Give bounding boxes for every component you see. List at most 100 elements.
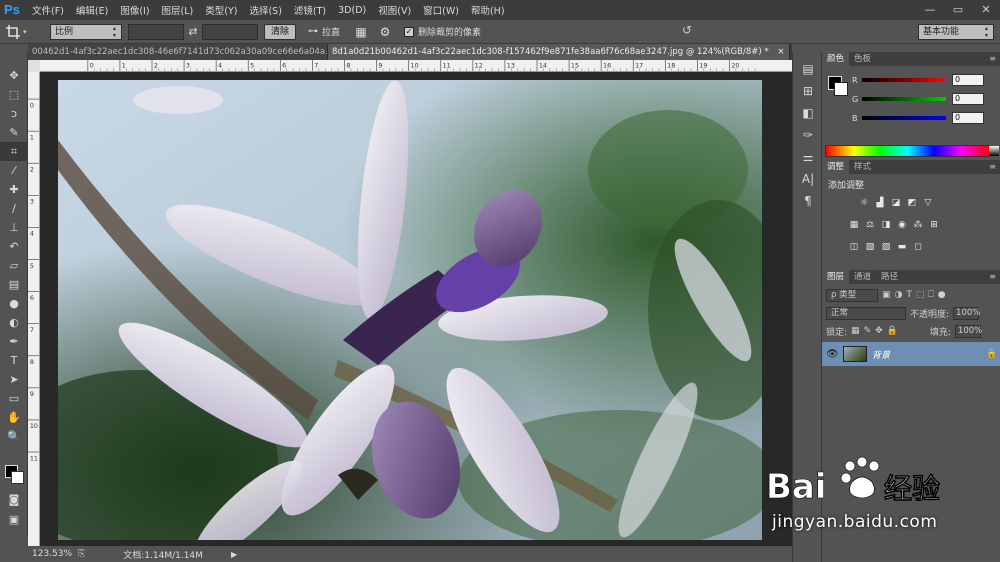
filter-pixel-icon[interactable]: ▣ xyxy=(882,290,891,300)
straighten-label[interactable]: 拉直 xyxy=(322,25,340,38)
export-icon[interactable]: ⎘ xyxy=(78,549,85,559)
tab-styles[interactable]: 样式 xyxy=(849,160,876,174)
layer-name[interactable]: 背景 xyxy=(872,348,981,361)
exposure-icon[interactable]: ◩ xyxy=(906,197,918,209)
blur-tool-icon[interactable]: ● xyxy=(0,294,28,313)
tab-layers[interactable]: 图层 xyxy=(822,270,850,284)
menu-item-help[interactable]: 帮助(H) xyxy=(465,3,511,17)
minimize-button[interactable]: — xyxy=(916,0,944,20)
close-tab-icon[interactable]: × xyxy=(777,47,784,57)
selective-color-icon[interactable]: ◻ xyxy=(912,241,924,253)
info-panel-icon[interactable]: ⊞ xyxy=(793,80,823,102)
color-spectrum[interactable] xyxy=(825,145,999,157)
red-slider[interactable] xyxy=(862,78,946,82)
close-window-button[interactable]: ✕ xyxy=(972,0,1000,20)
menu-item-select[interactable]: 选择(S) xyxy=(243,3,287,17)
pen-tool-icon[interactable]: ✒ xyxy=(0,332,28,351)
history-panel-icon[interactable]: ▤ xyxy=(793,58,823,80)
color-panel-background[interactable] xyxy=(834,82,848,96)
document-tab-2[interactable]: 8d1a0d21b00462d1-4af3c22aec1dc308-f15746… xyxy=(328,44,790,60)
crop-height-field[interactable] xyxy=(202,23,258,40)
swap-icon[interactable]: ⇄ xyxy=(184,25,202,38)
layer-row-background[interactable]: 👁 背景 🔒 xyxy=(822,342,1000,366)
reset-icon[interactable]: ↺ xyxy=(682,23,692,37)
gradient-tool-icon[interactable]: ▤ xyxy=(0,275,28,294)
panel-menu-icon[interactable]: ≡ xyxy=(989,270,996,284)
black-white-icon[interactable]: ◨ xyxy=(880,219,892,231)
menu-item-window[interactable]: 窗口(W) xyxy=(417,3,465,17)
menu-item-filter[interactable]: 滤镜(T) xyxy=(288,3,332,17)
character-panel-icon[interactable]: A| xyxy=(793,168,823,190)
levels-icon[interactable]: ▟ xyxy=(874,197,886,209)
paragraph-panel-icon[interactable]: ¶ xyxy=(793,190,823,212)
history-brush-tool-icon[interactable]: ↶ xyxy=(0,237,28,256)
crop-tool-icon[interactable]: ⌗ xyxy=(0,142,28,161)
clone-stamp-tool-icon[interactable]: ⊥ xyxy=(0,218,28,237)
type-tool-icon[interactable]: T xyxy=(0,351,28,370)
filter-shape-icon[interactable]: ⬚ xyxy=(916,290,925,300)
zoom-tool-icon[interactable]: 🔍 xyxy=(0,427,28,446)
document-tab-1[interactable]: 00462d1-4af3c22aec1dc308-46e6f7141d73c06… xyxy=(28,44,328,60)
maximize-button[interactable]: ▭ xyxy=(944,0,972,20)
menu-item-layer[interactable]: 图层(L) xyxy=(156,3,200,17)
healing-brush-tool-icon[interactable]: ✚ xyxy=(0,180,28,199)
invert-icon[interactable]: ◫ xyxy=(848,241,860,253)
tab-color[interactable]: 颜色 xyxy=(822,52,850,66)
gear-icon[interactable]: ⚙ xyxy=(376,25,394,39)
panel-menu-icon[interactable]: ≡ xyxy=(989,52,996,66)
posterize-icon[interactable]: ▧ xyxy=(864,241,876,253)
panel-menu-icon[interactable]: ≡ xyxy=(989,160,996,174)
brush-tool-icon[interactable]: ∕ xyxy=(0,199,28,218)
dodge-tool-icon[interactable]: ◐ xyxy=(0,313,28,332)
lock-all-icon[interactable]: 🔒 xyxy=(887,326,898,336)
quick-select-tool-icon[interactable]: ✎ xyxy=(0,123,28,142)
gradient-map-icon[interactable]: ▬ xyxy=(896,241,908,253)
opacity-input[interactable]: 100% xyxy=(953,306,980,320)
layer-filter-select[interactable]: ρ 类型 xyxy=(826,288,878,302)
grid-overlay-icon[interactable]: ▦ xyxy=(352,25,370,39)
menu-item-type[interactable]: 类型(Y) xyxy=(199,3,243,17)
filter-adjustment-icon[interactable]: ◑ xyxy=(895,290,903,300)
marquee-tool-icon[interactable]: ⬚ xyxy=(0,85,28,104)
brush-presets-icon[interactable]: ⚌ xyxy=(793,146,823,168)
menu-item-image[interactable]: 图像(I) xyxy=(114,3,155,17)
crop-width-field[interactable] xyxy=(128,23,184,40)
lasso-tool-icon[interactable]: ↄ xyxy=(0,104,28,123)
ruler-origin[interactable] xyxy=(28,60,40,72)
eye-icon[interactable]: 👁 xyxy=(826,349,839,360)
blend-mode-select[interactable]: 正常 xyxy=(826,306,906,320)
fill-input[interactable]: 100% xyxy=(954,324,982,338)
brightness-icon[interactable]: ☼ xyxy=(858,197,870,209)
hand-tool-icon[interactable]: ✋ xyxy=(0,408,28,427)
rectangle-tool-icon[interactable]: ▭ xyxy=(0,389,28,408)
eraser-tool-icon[interactable]: ▱ xyxy=(0,256,28,275)
lock-transparency-icon[interactable]: ▦ xyxy=(851,326,860,336)
background-color-swatch[interactable] xyxy=(11,471,24,484)
tab-paths[interactable]: 路径 xyxy=(876,270,903,284)
move-tool-icon[interactable]: ✥ xyxy=(0,66,28,85)
screen-mode-icon[interactable]: ▣ xyxy=(0,510,28,529)
hue-saturation-icon[interactable]: ▦ xyxy=(848,219,860,231)
blue-value-input[interactable]: 0 xyxy=(952,112,984,124)
channel-mixer-icon[interactable]: ⁂ xyxy=(912,219,924,231)
brush-panel-icon[interactable]: ✑ xyxy=(793,124,823,146)
red-value-input[interactable]: 0 xyxy=(952,74,984,86)
photo-filter-icon[interactable]: ◉ xyxy=(896,219,908,231)
threshold-icon[interactable]: ▨ xyxy=(880,241,892,253)
quick-mask-icon[interactable]: ◙ xyxy=(0,490,28,509)
color-balance-icon[interactable]: ⚖ xyxy=(864,219,876,231)
filter-smart-icon[interactable]: ⎕ xyxy=(928,290,933,300)
menu-item-edit[interactable]: 编辑(E) xyxy=(70,3,114,17)
clear-button[interactable]: 清除 xyxy=(264,23,297,40)
straighten-icon[interactable]: ⊶ xyxy=(304,26,322,37)
lock-pixels-icon[interactable]: ✎ xyxy=(864,326,872,336)
menu-item-view[interactable]: 视图(V) xyxy=(372,3,417,17)
document-photo[interactable] xyxy=(58,80,762,540)
eyedropper-tool-icon[interactable]: ⁄ xyxy=(0,161,28,180)
curves-icon[interactable]: ◪ xyxy=(890,197,902,209)
crop-ratio-select[interactable]: 比例 xyxy=(50,23,122,40)
tab-swatches[interactable]: 色板 xyxy=(849,52,876,66)
status-menu-arrow-icon[interactable]: ▶ xyxy=(231,550,237,559)
zoom-level[interactable]: 123.53% xyxy=(32,549,72,559)
workspace-select[interactable]: 基本功能 xyxy=(918,24,994,40)
